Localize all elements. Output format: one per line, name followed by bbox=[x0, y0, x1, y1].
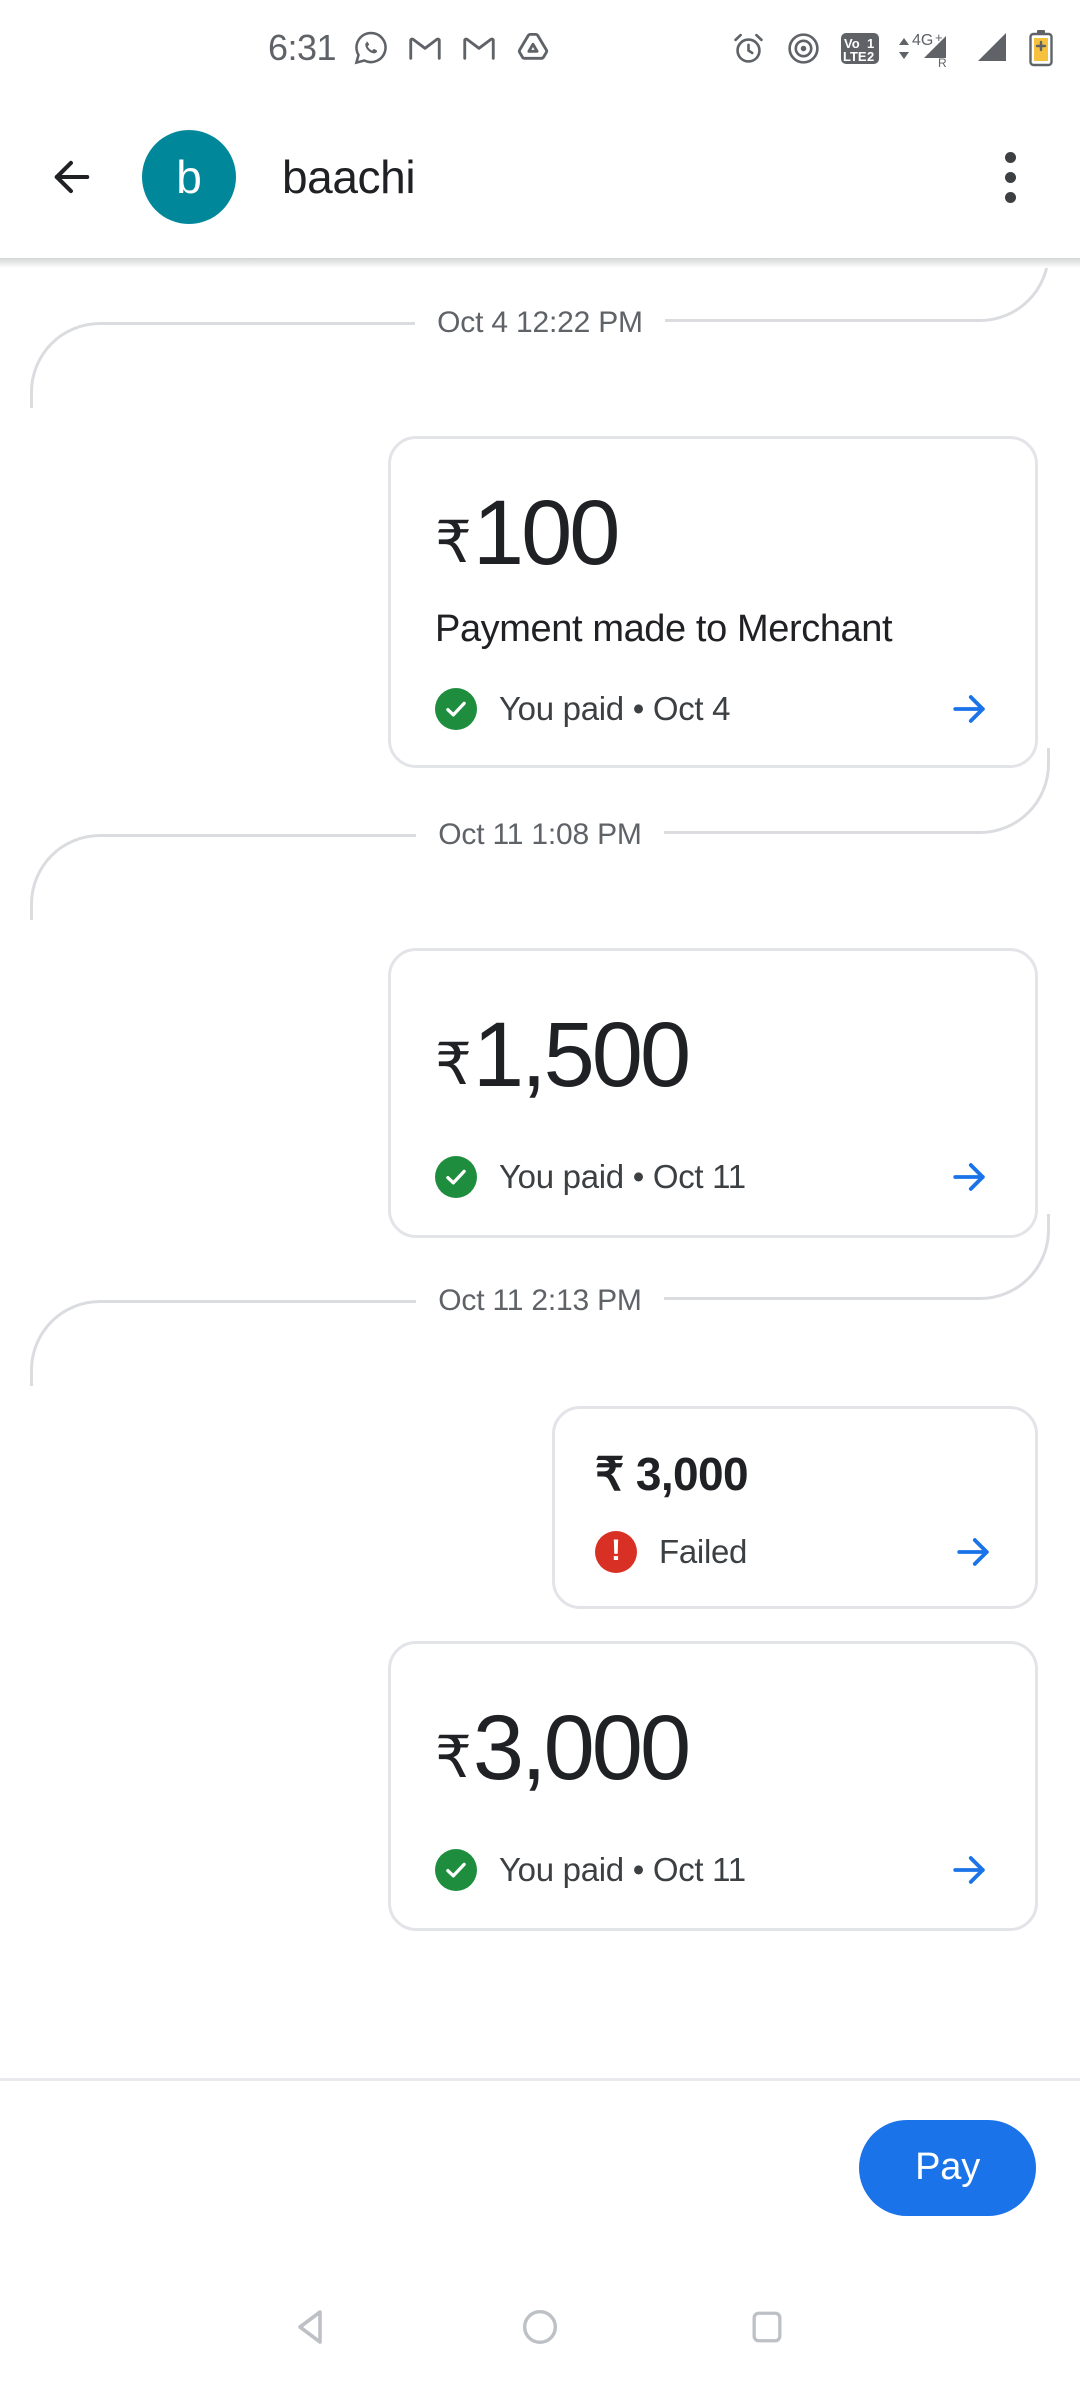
date-separator-rail-right bbox=[630, 268, 1050, 322]
transaction-group: Oct 11 1:08 PM ₹1,500 You paid • Oct 11 bbox=[0, 747, 1080, 1239]
amount-value: 1,500 bbox=[472, 1003, 691, 1106]
svg-text:R: R bbox=[938, 56, 947, 68]
more-vertical-icon-dot bbox=[1004, 191, 1016, 203]
arrow-forward-icon bbox=[953, 694, 985, 723]
error-exclamation: ! bbox=[611, 1533, 621, 1567]
nav-back-button[interactable] bbox=[258, 2272, 368, 2382]
currency-symbol: ₹ bbox=[435, 510, 472, 575]
date-separator-rail-left bbox=[30, 1300, 450, 1387]
more-vertical-icon-dot bbox=[1004, 151, 1016, 163]
date-separator: Oct 4 12:22 PM bbox=[0, 268, 1080, 408]
transaction-footer: You paid • Oct 4 bbox=[435, 687, 991, 731]
drive-icon bbox=[518, 32, 549, 60]
transaction-detail-button[interactable] bbox=[947, 1155, 991, 1199]
status-badge: You paid • Oct 11 bbox=[499, 1851, 746, 1889]
alarm-icon bbox=[734, 33, 763, 63]
status-bar-clock: 6:31 bbox=[268, 27, 337, 68]
nav-home-circle-icon bbox=[522, 2309, 558, 2345]
arrow-forward-icon bbox=[957, 1537, 989, 1566]
nav-back-triangle-icon bbox=[298, 2310, 323, 2344]
status-bar: 6:31 Vo 1 LTE 2 4G + R bbox=[0, 0, 1080, 96]
nav-recents-button[interactable] bbox=[712, 2272, 822, 2382]
transaction-detail-button[interactable] bbox=[947, 687, 991, 731]
more-options-button[interactable] bbox=[974, 137, 1046, 217]
date-separator: Oct 11 2:13 PM bbox=[0, 1214, 1080, 1387]
app-bar: b baachi bbox=[0, 96, 1080, 258]
gmail-icon bbox=[463, 37, 495, 60]
whatsapp-icon bbox=[354, 31, 387, 65]
currency-symbol: ₹ bbox=[435, 1724, 472, 1790]
transaction-group: Oct 11 2:13 PM ₹ 3,000 ! Failed bbox=[0, 1214, 1080, 1609]
mobile-data-4g-plus-icon: 4G + R bbox=[899, 30, 947, 68]
transaction-card-row: ₹ 3,000 ! Failed bbox=[0, 1406, 1080, 1609]
avatar[interactable]: b bbox=[142, 130, 236, 224]
date-separator-rail-right bbox=[630, 1214, 1050, 1301]
arrow-back-icon bbox=[54, 160, 90, 194]
system-navigation-bar bbox=[0, 2254, 1080, 2400]
status-bar-right: Vo 1 LTE 2 4G + R bbox=[730, 28, 1054, 68]
transaction-footer: You paid • Oct 11 bbox=[435, 1155, 991, 1199]
status-badge: You paid • Oct 11 bbox=[499, 1158, 746, 1196]
avatar-initial: b bbox=[176, 151, 202, 203]
transaction-card-row: ₹100 Payment made to Merchant You paid •… bbox=[0, 436, 1080, 768]
date-separator-label: Oct 11 1:08 PM bbox=[416, 819, 664, 850]
date-separator-rail-right bbox=[630, 747, 1050, 834]
transaction-card[interactable]: ₹ 3,000 ! Failed bbox=[552, 1406, 1038, 1609]
date-separator-rail-left bbox=[30, 833, 450, 920]
transaction-amount: ₹100 bbox=[435, 485, 991, 582]
amount-value: 3,000 bbox=[635, 1448, 749, 1501]
more-vertical-icon-dot bbox=[1004, 171, 1016, 183]
nav-recents-square-icon bbox=[752, 2311, 782, 2343]
date-separator: Oct 11 1:08 PM bbox=[0, 747, 1080, 920]
page-title: baachi bbox=[282, 151, 416, 203]
pay-button[interactable]: Pay bbox=[859, 2119, 1036, 2216]
status-badge: You paid • Oct 4 bbox=[499, 689, 731, 727]
transaction-footer: You paid • Oct 11 bbox=[435, 1848, 991, 1892]
hotspot-icon bbox=[788, 32, 819, 64]
transaction-detail-button[interactable] bbox=[947, 1848, 991, 1892]
phone-screen: 6:31 Vo 1 LTE 2 4G + R b baachi Oct 4 12… bbox=[0, 0, 1080, 2400]
status-badge: Failed bbox=[659, 1532, 748, 1570]
transaction-footer: ! Failed bbox=[595, 1530, 995, 1574]
arrow-forward-icon bbox=[953, 1163, 985, 1192]
currency-symbol: ₹ bbox=[595, 1448, 624, 1501]
svg-text:4G: 4G bbox=[912, 32, 933, 49]
gmail-icon bbox=[409, 37, 441, 60]
transaction-detail-button[interactable] bbox=[951, 1530, 995, 1574]
transaction-group: ₹3,000 You paid • Oct 11 bbox=[0, 1640, 1080, 1932]
status-bar-left: 6:31 bbox=[268, 29, 552, 67]
arrow-forward-icon bbox=[953, 1856, 985, 1885]
transaction-note: Payment made to Merchant bbox=[435, 607, 893, 650]
transaction-card[interactable]: ₹1,500 You paid • Oct 11 bbox=[388, 947, 1038, 1239]
error-circle-icon: ! bbox=[595, 1530, 637, 1573]
svg-text:2: 2 bbox=[867, 49, 874, 64]
check-circle-icon bbox=[435, 1849, 477, 1892]
date-separator-label: Oct 4 12:22 PM bbox=[415, 308, 665, 338]
transaction-amount: ₹3,000 bbox=[435, 1700, 991, 1797]
transaction-list[interactable]: Oct 4 12:22 PM ₹100 Payment made to Merc… bbox=[0, 268, 1080, 2078]
nav-home-button[interactable] bbox=[485, 2272, 595, 2382]
transaction-amount: ₹1,500 bbox=[435, 1003, 991, 1106]
date-separator-rail-left bbox=[30, 322, 450, 408]
bottom-action-bar: Pay bbox=[0, 2078, 1080, 2254]
amount-value: 3,000 bbox=[472, 1696, 691, 1799]
transaction-group: Oct 4 12:22 PM ₹100 Payment made to Merc… bbox=[0, 268, 1080, 768]
transaction-card[interactable]: ₹100 Payment made to Merchant You paid •… bbox=[388, 436, 1038, 768]
amount-value: 100 bbox=[472, 482, 620, 584]
check-circle-icon bbox=[435, 1156, 477, 1199]
transaction-amount: ₹ 3,000 bbox=[595, 1449, 995, 1500]
currency-symbol: ₹ bbox=[435, 1031, 472, 1097]
volte-sim-icon: Vo 1 LTE 2 bbox=[841, 32, 879, 64]
transaction-card-row: ₹1,500 You paid • Oct 11 bbox=[0, 947, 1080, 1239]
date-separator-label: Oct 11 2:13 PM bbox=[416, 1286, 664, 1317]
app-bar-divider bbox=[0, 258, 1080, 268]
check-circle-icon bbox=[435, 687, 477, 730]
signal-bars-icon bbox=[978, 33, 1006, 61]
back-button[interactable] bbox=[34, 139, 110, 215]
svg-text:LTE: LTE bbox=[843, 49, 867, 64]
battery-charging-icon bbox=[1029, 30, 1053, 67]
transaction-card[interactable]: ₹3,000 You paid • Oct 11 bbox=[388, 1640, 1038, 1932]
transaction-card-row: ₹3,000 You paid • Oct 11 bbox=[0, 1640, 1080, 1932]
